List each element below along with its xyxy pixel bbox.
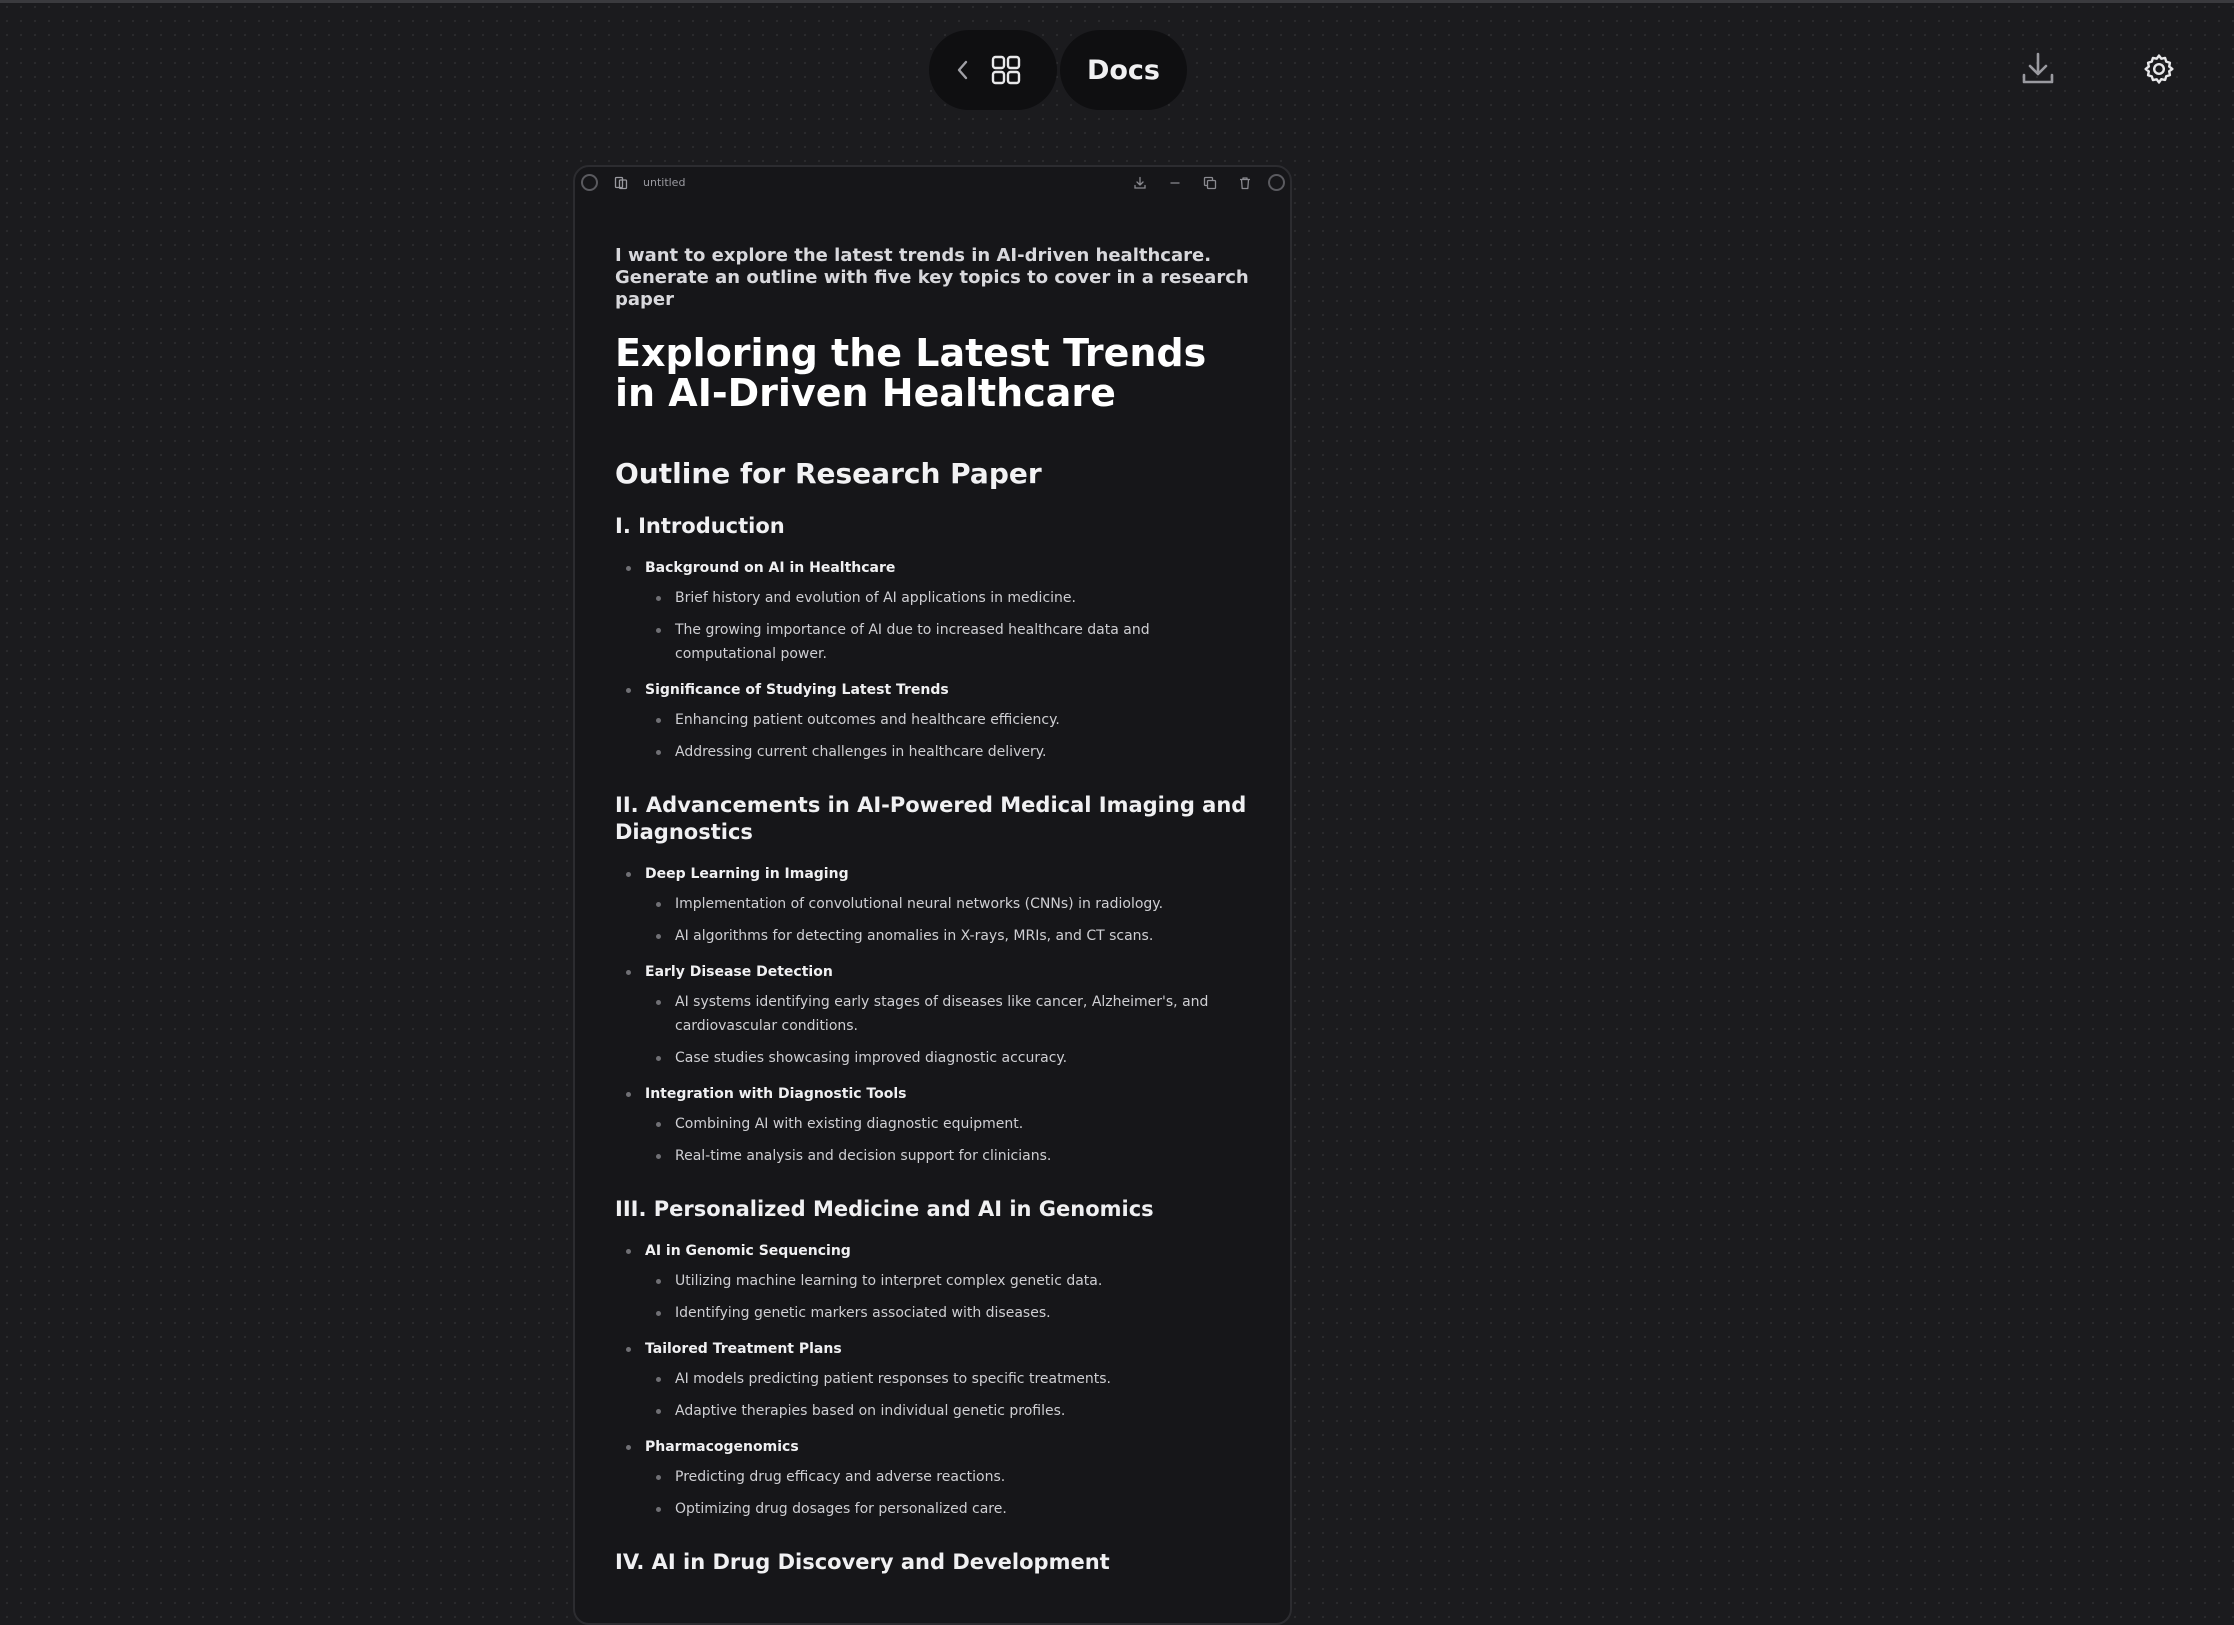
document-window: untitled I want to explore the latest tr… [573, 165, 1292, 1625]
topic-title: Tailored Treatment Plans [645, 1341, 842, 1357]
topic-title: Deep Learning in Imaging [645, 866, 849, 882]
back-button[interactable] [955, 58, 971, 82]
outline-section: IV. AI in Drug Discovery and Development [615, 1549, 1255, 1576]
document-icon [613, 175, 629, 191]
section-heading: II. Advancements in AI-Powered Medical I… [615, 793, 1247, 844]
point-list: Combining AI with existing diagnostic eq… [645, 1112, 1255, 1168]
copy-icon [1203, 176, 1217, 190]
topic-item: AI in Genomic Sequencing Utilizing machin… [615, 1239, 1255, 1325]
topic-item: Pharmacogenomics Predicting drug efficacy… [615, 1435, 1255, 1521]
trash-icon [1240, 177, 1250, 190]
download-icon [2022, 52, 2054, 84]
duplicate-button[interactable] [1202, 175, 1218, 191]
download-icon [1134, 176, 1146, 189]
minus-icon [1170, 182, 1180, 184]
point-item: AI algorithms for detecting anomalies in… [656, 924, 1255, 948]
topic-title: Pharmacogenomics [645, 1439, 799, 1455]
window-download-button[interactable] [1132, 175, 1148, 191]
minimize-button[interactable] [1167, 175, 1183, 191]
point-list: AI systems identifying early stages of d… [645, 990, 1255, 1070]
topic-item: Background on AI in Healthcare Brief hist… [615, 556, 1255, 666]
prompt-text: I want to explore the latest trends in A… [615, 245, 1249, 310]
topic-list: Deep Learning in Imaging Implementation o… [615, 862, 1255, 1168]
point-item: Implementation of convolutional neural n… [656, 892, 1255, 916]
window-left-circle-button[interactable] [581, 174, 598, 191]
point-item: Predicting drug efficacy and adverse rea… [656, 1465, 1255, 1489]
docs-label: Docs [1086, 54, 1161, 86]
topic-list: AI in Genomic Sequencing Utilizing machin… [615, 1239, 1255, 1521]
point-list: Predicting drug efficacy and adverse rea… [645, 1465, 1255, 1521]
point-item: AI systems identifying early stages of d… [656, 990, 1255, 1038]
settings-button[interactable] [2136, 46, 2182, 92]
point-item: Real-time analysis and decision support … [656, 1144, 1255, 1168]
topic-item: Integration with Diagnostic Tools Combini… [615, 1082, 1255, 1168]
topic-item: Significance of Studying Latest Trends En… [615, 678, 1255, 764]
window-title: untitled [643, 176, 686, 189]
point-item: Case studies showcasing improved diagnos… [656, 1046, 1255, 1070]
document-title: Exploring the Latest Trends in AI-Driven… [615, 331, 1207, 415]
outline-section: I. Introduction Background on AI in Healt… [615, 513, 1255, 764]
delete-button[interactable] [1237, 175, 1253, 191]
docs-button[interactable]: Docs [1060, 30, 1187, 110]
point-list: Brief history and evolution of AI applic… [645, 586, 1255, 666]
gear-icon [2144, 54, 2174, 84]
download-button[interactable] [2015, 46, 2061, 92]
window-top-border [0, 0, 2234, 3]
chevron-left-icon [957, 60, 968, 80]
point-item: Brief history and evolution of AI applic… [656, 586, 1255, 610]
point-item: Utilizing machine learning to interpret … [656, 1269, 1255, 1293]
window-titlebar: untitled [575, 167, 1290, 199]
point-item: The growing importance of AI due to incr… [656, 618, 1255, 666]
outline-section: II. Advancements in AI-Powered Medical I… [615, 792, 1255, 1168]
topic-item: Deep Learning in Imaging Implementation o… [615, 862, 1255, 948]
point-item: Enhancing patient outcomes and healthcar… [656, 708, 1255, 732]
document-content: I want to explore the latest trends in A… [615, 245, 1255, 1604]
topic-title: AI in Genomic Sequencing [645, 1243, 851, 1259]
topic-list: Background on AI in Healthcare Brief hist… [615, 556, 1255, 764]
point-list: Implementation of convolutional neural n… [645, 892, 1255, 948]
section-heading: III. Personalized Medicine and AI in Gen… [615, 1197, 1154, 1221]
outline-section: III. Personalized Medicine and AI in Gen… [615, 1196, 1255, 1521]
outline-sections: I. Introduction Background on AI in Healt… [615, 513, 1255, 1576]
point-item: Combining AI with existing diagnostic eq… [656, 1112, 1255, 1136]
topic-item: Early Disease Detection AI systems identi… [615, 960, 1255, 1070]
grid-view-button[interactable] [991, 55, 1021, 85]
topic-title: Early Disease Detection [645, 964, 833, 980]
nav-pill [929, 30, 1057, 110]
point-item: AI models predicting patient responses t… [656, 1367, 1255, 1391]
point-item: Optimizing drug dosages for personalized… [656, 1497, 1255, 1521]
topic-title: Background on AI in Healthcare [645, 560, 896, 576]
section-heading: I. Introduction [615, 514, 785, 538]
point-item: Addressing current challenges in healthc… [656, 740, 1255, 764]
topic-item: Tailored Treatment Plans AI models predic… [615, 1337, 1255, 1423]
document-subtitle: Outline for Research Paper [615, 457, 1042, 490]
window-right-circle-button[interactable] [1268, 174, 1285, 191]
topic-title: Integration with Diagnostic Tools [645, 1086, 907, 1102]
section-heading: IV. AI in Drug Discovery and Development [615, 1550, 1110, 1574]
point-list: Enhancing patient outcomes and healthcar… [645, 708, 1255, 764]
point-list: Utilizing machine learning to interpret … [645, 1269, 1255, 1325]
point-item: Adaptive therapies based on individual g… [656, 1399, 1255, 1423]
point-list: AI models predicting patient responses t… [645, 1367, 1255, 1423]
point-item: Identifying genetic markers associated w… [656, 1301, 1255, 1325]
topic-title: Significance of Studying Latest Trends [645, 682, 949, 698]
grid-icon [991, 55, 1021, 85]
